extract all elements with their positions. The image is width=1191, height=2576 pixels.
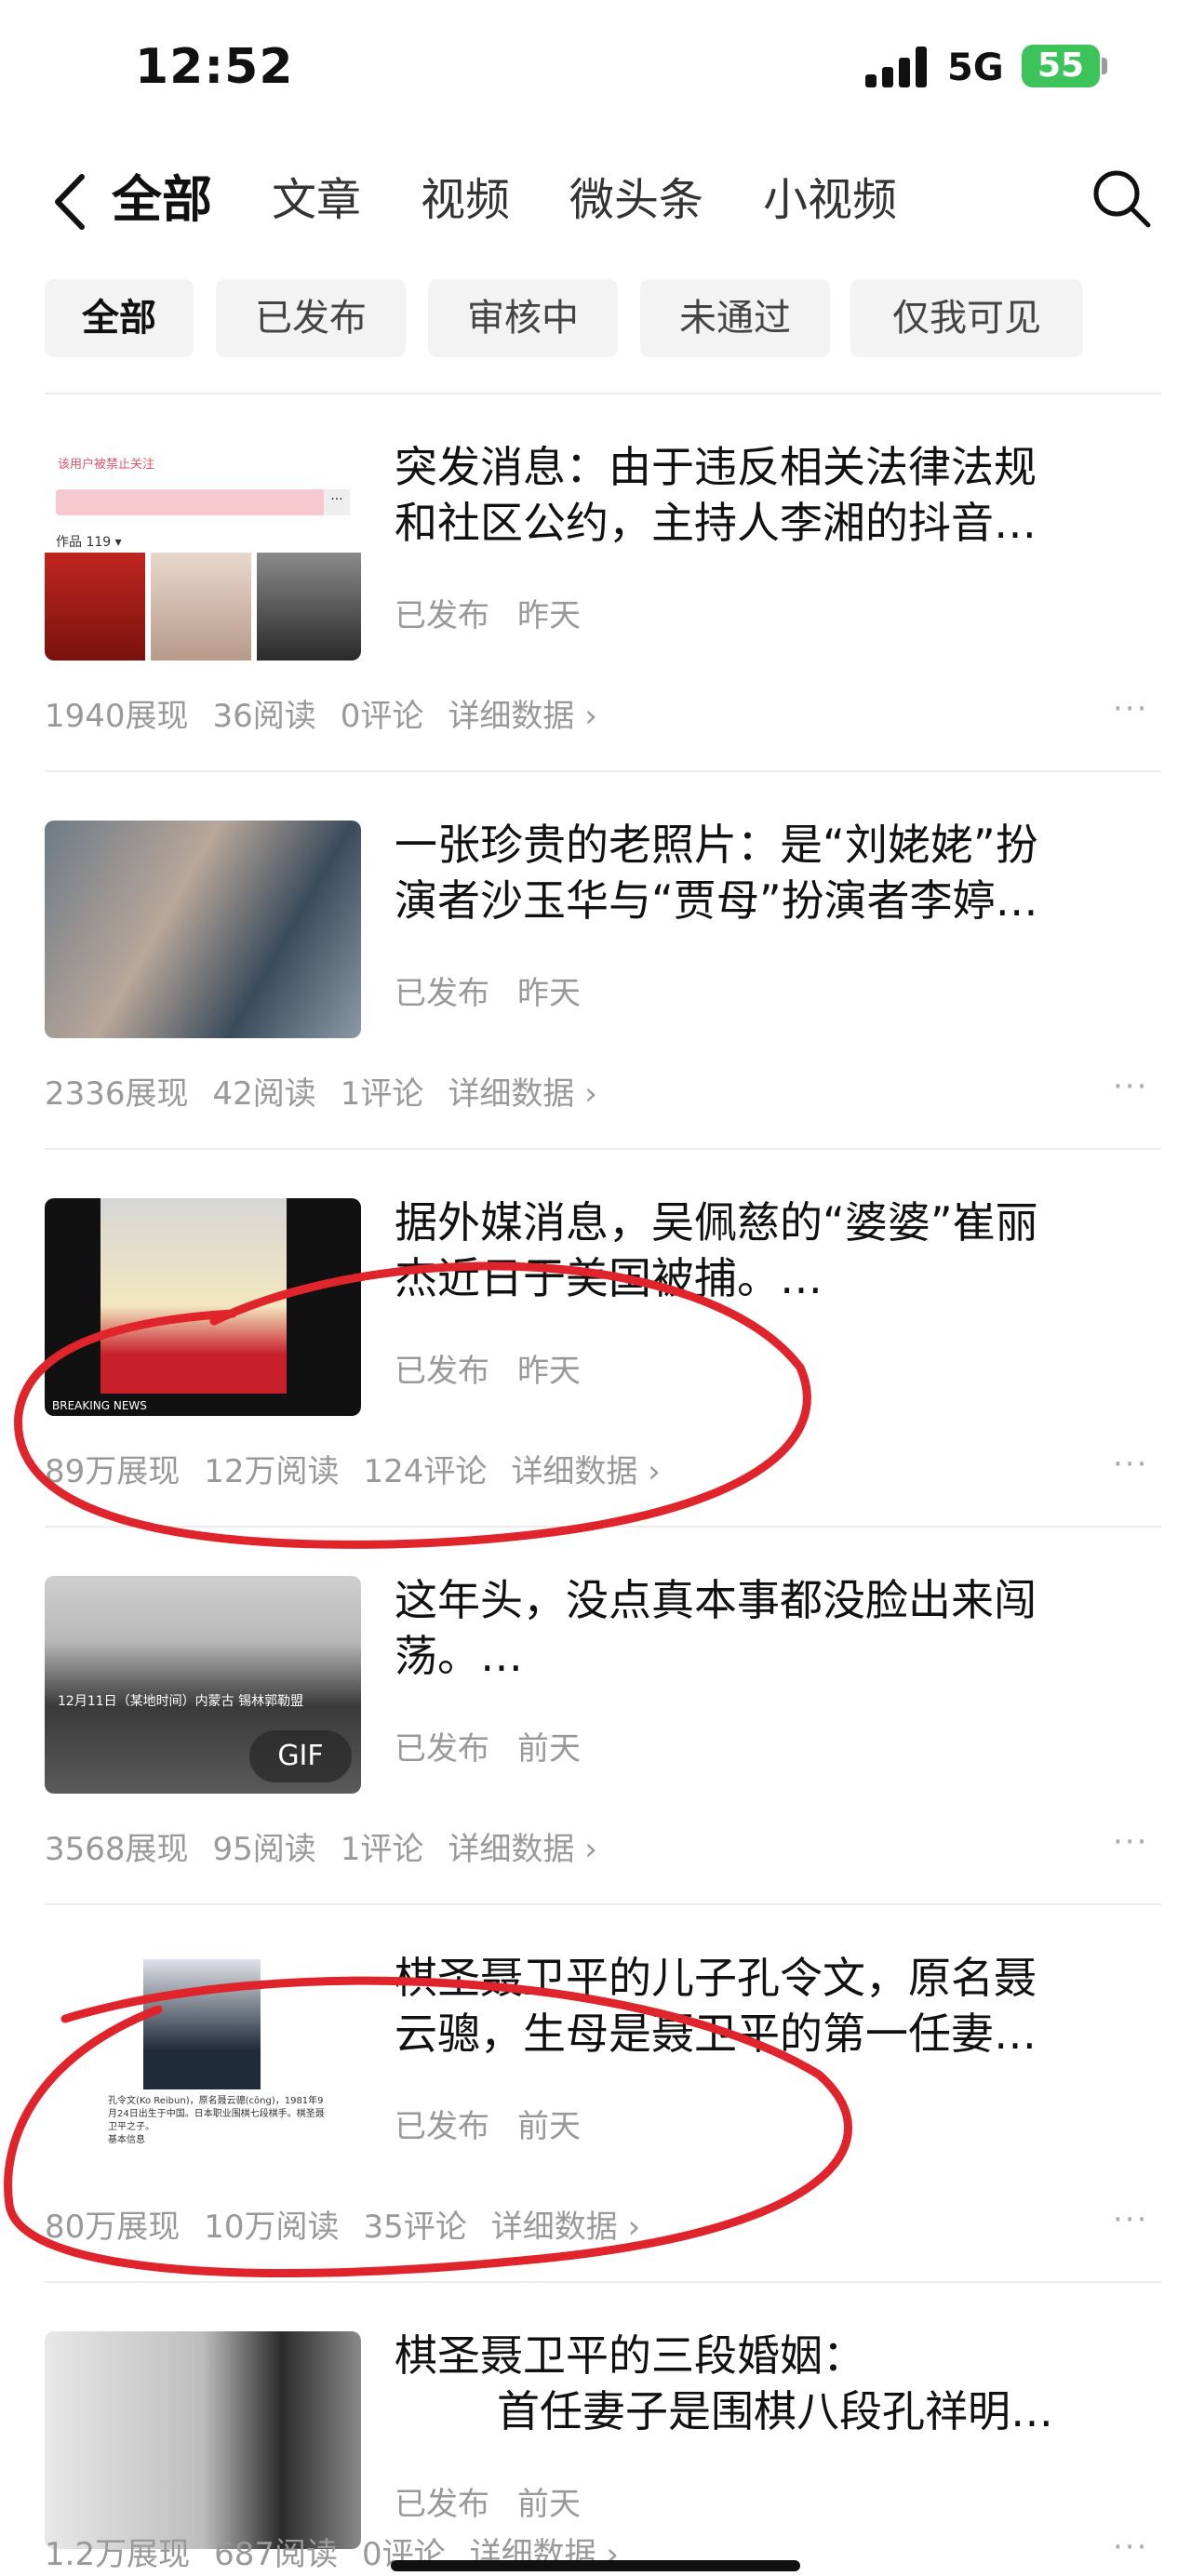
comments: 0评论 — [340, 698, 424, 735]
reads: 10万阅读 — [204, 2209, 340, 2246]
item-stats: 80万展现 10万阅读 35评论 详细数据 › — [45, 2201, 664, 2247]
filter-rejected[interactable]: 未通过 — [640, 279, 830, 357]
comments: 1评论 — [340, 1831, 424, 1868]
reads: 12万阅读 — [204, 1453, 340, 1490]
more-icon[interactable]: ··· — [1113, 1446, 1148, 1483]
gif-badge: GIF — [249, 1730, 352, 1782]
battery-tip — [1102, 58, 1107, 74]
signal-icon — [865, 47, 927, 87]
publish-time: 昨天 — [517, 597, 581, 634]
thumbnail: 该用户被禁止关注 ··· 作品 119 ▾ — [45, 443, 361, 661]
publish-status: 已发布 — [395, 1353, 489, 1390]
item-title[interactable]: 棋圣聂卫平的三段婚姻： 首任妻子是围棋八段孔祥明… — [395, 2328, 1139, 2439]
more-icon[interactable]: ··· — [1113, 690, 1148, 727]
impressions: 2336展现 — [45, 1075, 189, 1113]
more-icon[interactable]: ··· — [1113, 1068, 1148, 1105]
publish-info: 已发布 前天 — [395, 2478, 609, 2524]
item-title[interactable]: 突发消息：由于违反相关法律法规 和社区公约，主持人李湘的抖音… — [395, 439, 1139, 551]
tab-micro-headlines[interactable]: 微头条 — [569, 167, 703, 233]
list-item[interactable]: 孔令文(Ko Reibun)，原名聂云骢(cōng)，1981年9月24日出生于… — [0, 1905, 1191, 2281]
item-stats: 3568展现 95阅读 1评论 详细数据 › — [45, 1823, 622, 1869]
publish-info: 已发布 昨天 — [395, 590, 609, 635]
publish-status: 已发布 — [395, 2108, 489, 2145]
publish-time: 昨天 — [517, 975, 581, 1012]
list-item[interactable]: 一张珍贵的老照片：是“刘姥姥”扮 演者沙玉华与“贾母”扮演者李婷… 已发布 昨天 … — [0, 772, 1191, 1148]
detail-data-link[interactable]: 详细数据 › — [448, 1075, 596, 1113]
filter-reviewing[interactable]: 审核中 — [428, 279, 618, 357]
item-title[interactable]: 棋圣聂卫平的儿子孔令文，原名聂 云骢，生母是聂卫平的第一任妻… — [395, 1950, 1139, 2062]
home-indicator — [391, 2560, 800, 2571]
thumbnail-notice: 该用户被禁止关注 — [58, 458, 155, 472]
detail-data-link[interactable]: 详细数据 › — [511, 1453, 660, 1490]
search-icon[interactable] — [1089, 166, 1154, 231]
tab-all[interactable]: 全部 — [112, 167, 212, 233]
list-item[interactable]: 该用户被禁止关注 ··· 作品 119 ▾ 突发消息：由于违反相关法律法规 和社… — [0, 394, 1191, 770]
detail-data-link[interactable]: 详细数据 › — [448, 1831, 596, 1868]
portrait-photo — [143, 1959, 261, 2089]
item-stats: 2336展现 42阅读 1评论 详细数据 › — [45, 1068, 622, 1114]
publish-time: 前天 — [517, 1730, 581, 1768]
more-icon[interactable]: ··· — [1113, 1823, 1148, 1861]
reads: 95阅读 — [212, 1831, 316, 1868]
item-title[interactable]: 据外媒消息，吴佩慈的“婆婆”崔丽 杰近日于美国被捕。… — [395, 1195, 1139, 1306]
filter-published[interactable]: 已发布 — [216, 279, 406, 357]
publish-time: 前天 — [517, 2108, 581, 2145]
impressions: 3568展现 — [45, 1831, 189, 1868]
item-title[interactable]: 一张珍贵的老照片：是“刘姥姥”扮 演者沙玉华与“贾母”扮演者李婷… — [395, 817, 1139, 928]
publish-info: 已发布 前天 — [395, 1723, 609, 1768]
more-icon[interactable]: ··· — [1113, 2201, 1148, 2238]
filter-all[interactable]: 全部 — [45, 279, 194, 357]
impressions: 80万展现 — [45, 2209, 181, 2246]
thumbnail-bio: 孔令文(Ko Reibun)，原名聂云骢(cōng)，1981年9月24日出生于… — [108, 2096, 325, 2145]
filter-private[interactable]: 仅我可见 — [850, 279, 1083, 357]
thumbnail-news-label: BREAKING NEWS — [52, 1399, 147, 1412]
item-title[interactable]: 这年头，没点真本事都没脸出来闯 荡。… — [395, 1572, 1139, 1684]
status-bar: 12:52 5G 55 — [0, 0, 1191, 140]
impressions: 1.2万展现 — [45, 2536, 191, 2573]
impressions: 89万展现 — [45, 1453, 181, 1490]
thumbnail-works-count: 作品 119 ▾ — [56, 535, 122, 550]
tab-videos[interactable]: 视频 — [421, 167, 510, 233]
reads: 687阅读 — [214, 2536, 338, 2573]
detail-data-link[interactable]: 详细数据 › — [448, 698, 596, 735]
comments: 124评论 — [363, 1453, 488, 1490]
item-stats: 89万展现 12万阅读 124评论 详细数据 › — [45, 1446, 685, 1491]
thumbnail — [45, 2331, 361, 2549]
publish-status: 已发布 — [395, 1730, 489, 1768]
publish-status: 已发布 — [395, 2486, 489, 2523]
detail-data-link[interactable]: 详细数据 › — [491, 2209, 640, 2246]
reads: 42阅读 — [212, 1075, 316, 1113]
thumbnail — [45, 821, 361, 1038]
list-item[interactable]: 12月11日（某地时间）内蒙古 锡林郭勒盟 GIF 这年头，没点真本事都没脸出来… — [0, 1528, 1191, 1903]
tab-short-videos[interactable]: 小视频 — [763, 167, 897, 233]
list-item[interactable]: BREAKING NEWS 据外媒消息，吴佩慈的“婆婆”崔丽 杰近日于美国被捕。… — [0, 1150, 1191, 1526]
more-icon[interactable]: ··· — [1113, 2529, 1148, 2566]
thumbnail-caption: 12月11日（某地时间）内蒙古 锡林郭勒盟 — [58, 1694, 304, 1709]
network-type: 5G — [947, 47, 1004, 89]
nav-bar: 全部 文章 视频 微头条 小视频 — [0, 149, 1191, 251]
thumbnail: BREAKING NEWS — [45, 1198, 361, 1416]
comments: 35评论 — [363, 2209, 467, 2246]
publish-time: 前天 — [517, 2486, 581, 2523]
battery-icon: 55 — [1022, 45, 1100, 87]
comments: 1评论 — [340, 1075, 424, 1113]
thumbnail: 孔令文(Ko Reibun)，原名聂云骢(cōng)，1981年9月24日出生于… — [45, 1954, 361, 2171]
item-stats: 1940展现 36阅读 0评论 详细数据 › — [45, 690, 622, 736]
publish-info: 已发布 昨天 — [395, 968, 609, 1013]
tab-articles[interactable]: 文章 — [272, 167, 361, 233]
publish-status: 已发布 — [395, 597, 489, 634]
back-arrow-icon[interactable] — [45, 169, 100, 234]
publish-time: 昨天 — [517, 1353, 581, 1390]
thumbnail: 12月11日（某地时间）内蒙古 锡林郭勒盟 GIF — [45, 1576, 361, 1794]
reads: 36阅读 — [212, 698, 316, 735]
status-time: 12:52 — [135, 39, 294, 95]
publish-status: 已发布 — [395, 975, 489, 1012]
publish-info: 已发布 昨天 — [395, 1345, 609, 1391]
publish-info: 已发布 前天 — [395, 2101, 609, 2146]
impressions: 1940展现 — [45, 698, 189, 735]
list-item[interactable]: 棋圣聂卫平的三段婚姻： 首任妻子是围棋八段孔祥明… 已发布 前天 1.2万展现 68… — [0, 2283, 1191, 2576]
